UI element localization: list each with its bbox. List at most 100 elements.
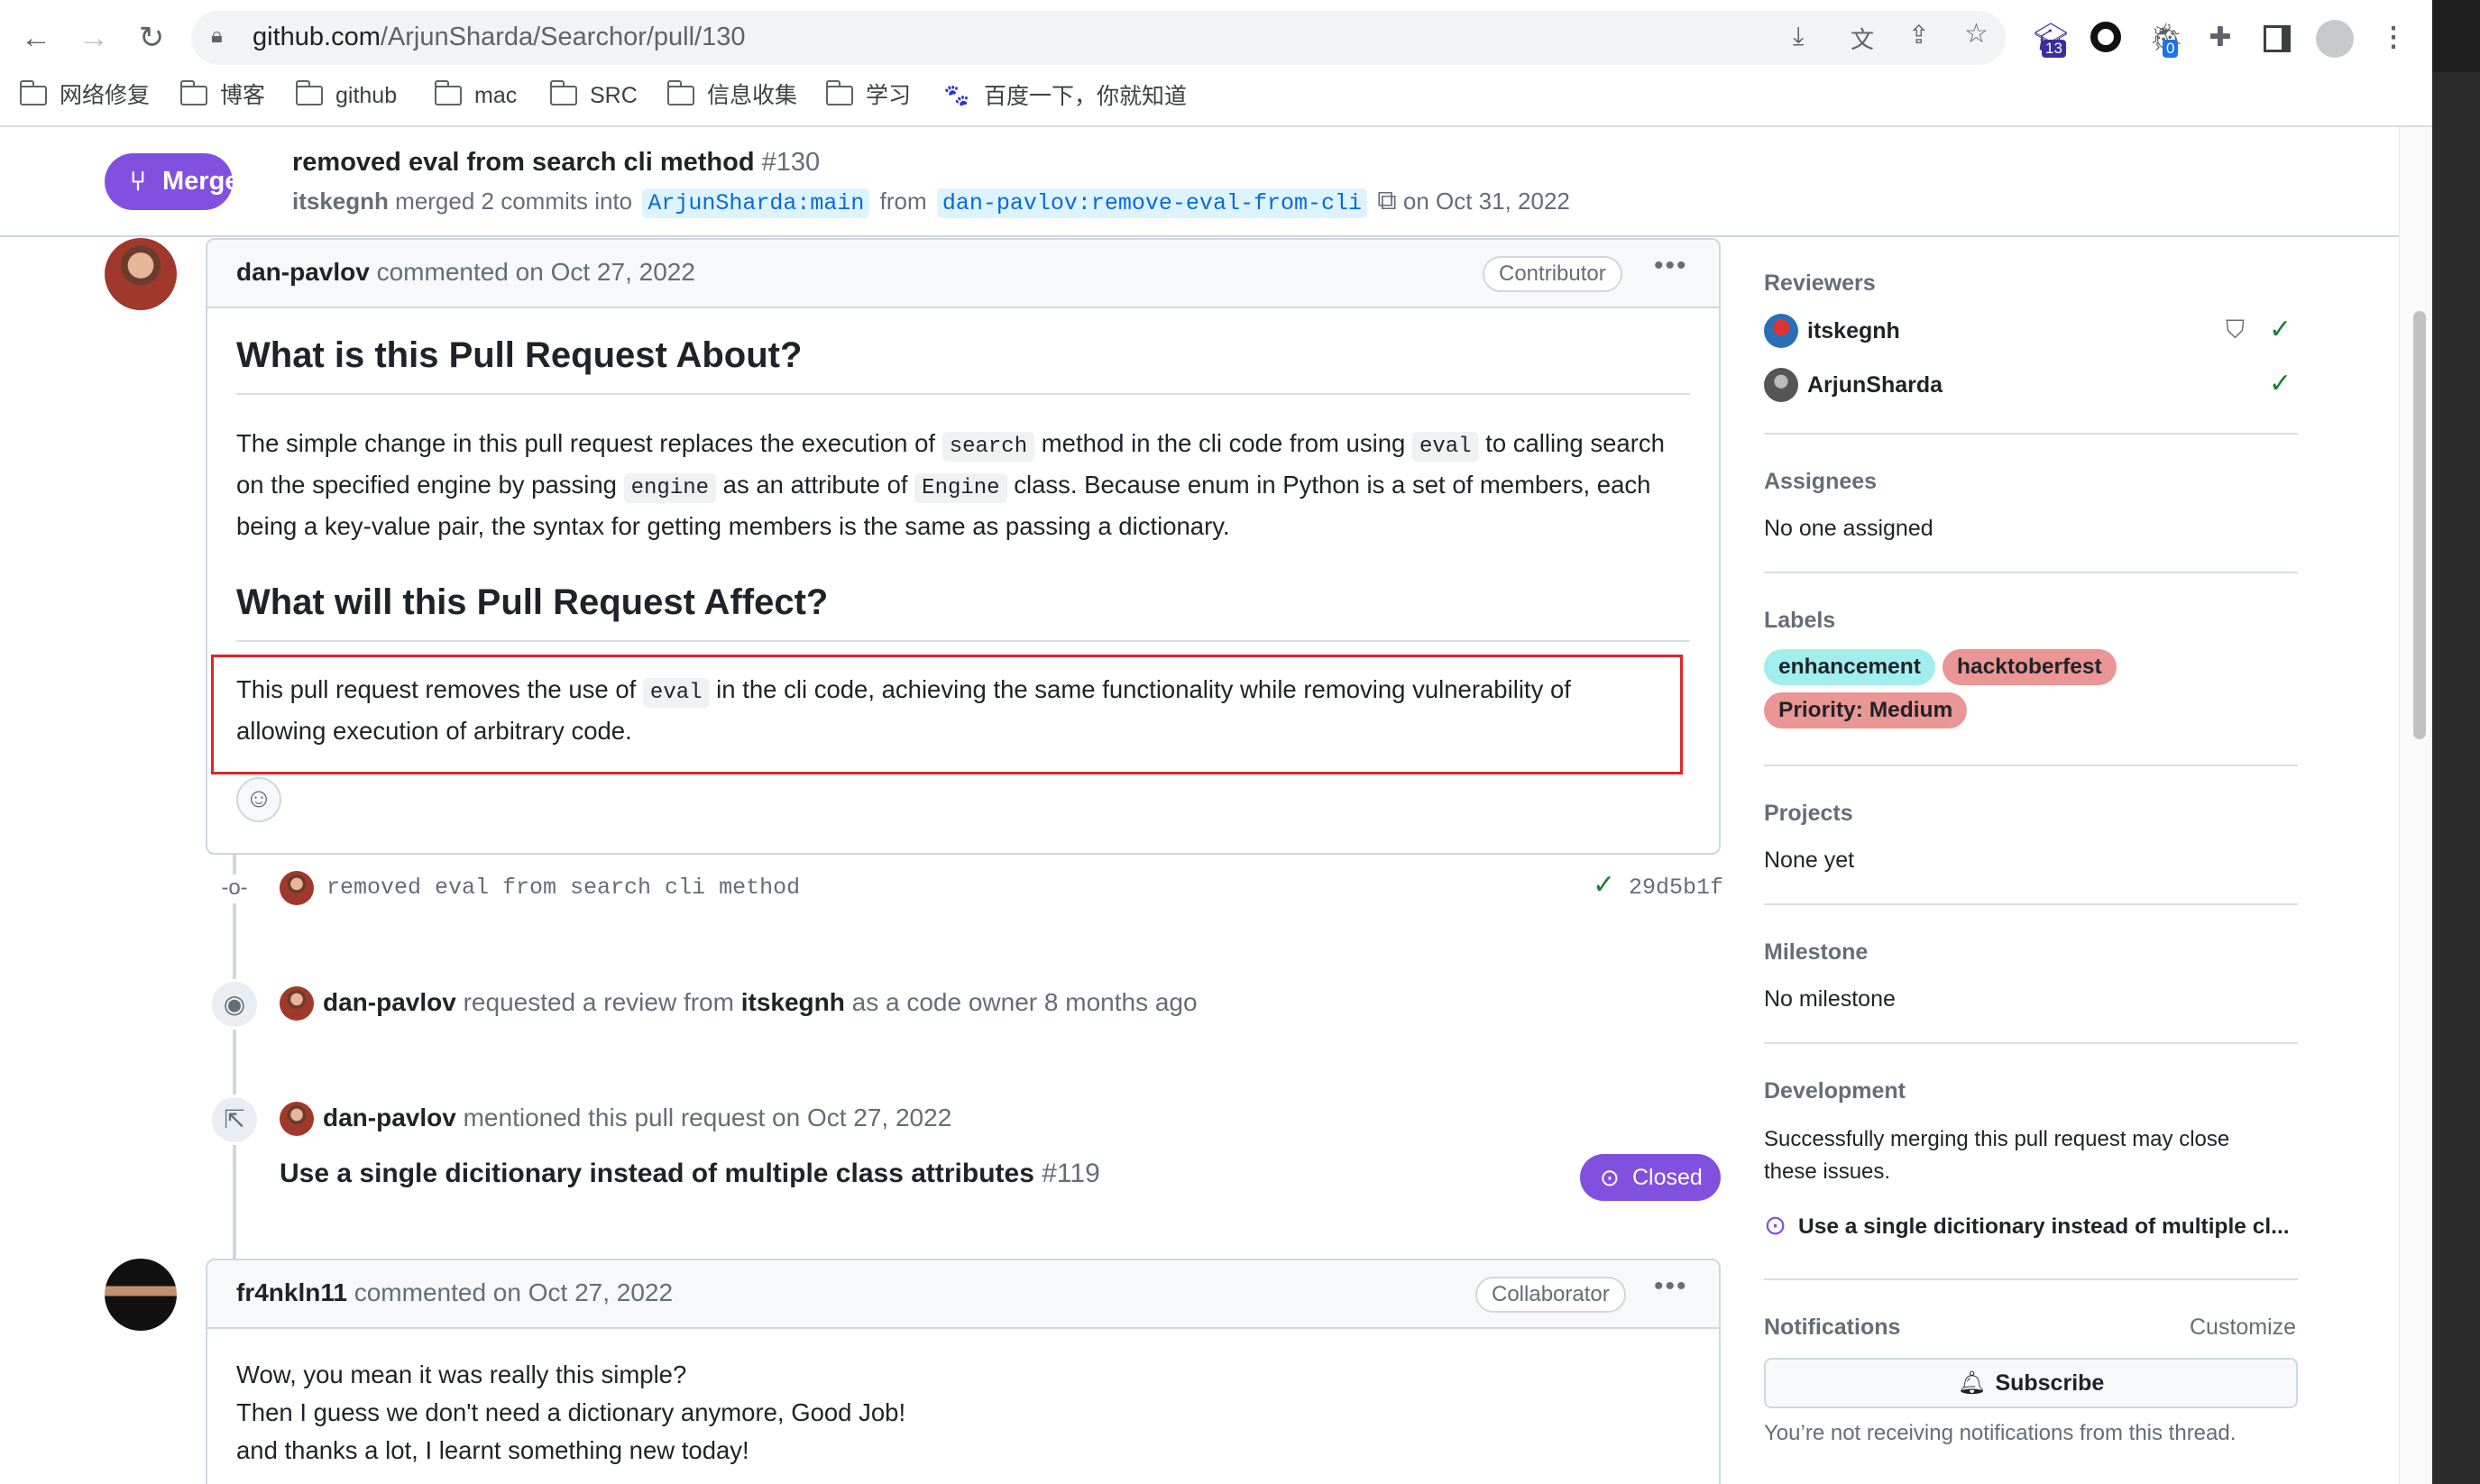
bookmark-item[interactable]: SRC [549, 79, 638, 112]
profile-avatar-icon[interactable] [2316, 20, 2354, 58]
bookmark-item[interactable]: 🐾︎ 百度一下，你就知道 [941, 79, 1187, 112]
translate-icon[interactable]: 文 [1851, 22, 1874, 55]
head-branch[interactable]: dan-pavlov:remove-eval-from-cli [936, 188, 1367, 218]
linked-issue-link[interactable]: Use a single dicitionary instead of mult… [1798, 1214, 2290, 1240]
shield-icon: ⛉ [2226, 316, 2246, 344]
avatar[interactable] [280, 986, 314, 1021]
more-options-icon[interactable]: ••• [1654, 251, 1688, 281]
comment-timestamp[interactable]: commented on Oct 27, 2022 [354, 1278, 673, 1306]
bookmark-item[interactable]: 网络修复 [19, 79, 150, 112]
review-request-event: dan-pavlov requested a review from itske… [323, 988, 1198, 1016]
assignees-value: No one assigned [1764, 516, 1933, 541]
notifications-heading: Notifications [1764, 1315, 1901, 1340]
reload-icon[interactable]: ↻ [133, 20, 170, 56]
comment-author[interactable]: fr4nkln11 [236, 1278, 347, 1306]
copy-icon[interactable]: ⧉ [1377, 186, 1396, 215]
merger-link[interactable]: itskegnh [292, 188, 389, 215]
closed-issue-icon: ⊙ [1764, 1211, 1787, 1241]
sidebar-divider [1764, 1042, 2298, 1044]
base-branch[interactable]: ArjunSharda:main [642, 188, 870, 218]
reviewers-heading[interactable]: Reviewers [1764, 270, 1876, 297]
comment-timestamp[interactable]: commented on Oct 27, 2022 [377, 258, 695, 286]
label-enhancement[interactable]: enhancement [1764, 649, 1935, 685]
reviewer-name[interactable]: itskegnh [1807, 318, 1900, 344]
development-heading[interactable]: Development [1764, 1078, 1906, 1104]
side-panel-icon[interactable] [2264, 25, 2291, 52]
folder-icon [434, 80, 462, 105]
avatar[interactable] [1764, 314, 1798, 348]
assignees-heading[interactable]: Assignees [1764, 469, 1877, 495]
comment-header: dan-pavlov commented on Oct 27, 2022 Con… [207, 240, 1719, 308]
check-icon: ✓ [2269, 315, 2292, 344]
check-icon[interactable]: ✓ [1593, 869, 1615, 901]
bell-icon: 🔔︎ [1957, 1370, 1987, 1396]
share-icon[interactable]: ⇪ [1908, 20, 1929, 50]
notifications-note: You’re not receiving notifications from … [1764, 1421, 2237, 1445]
bookmark-item[interactable]: 信息收集 [666, 79, 797, 112]
bookmark-item[interactable]: mac [434, 79, 517, 112]
avatar[interactable] [280, 1102, 314, 1136]
bookmark-item[interactable]: 学习 [825, 79, 911, 112]
pr-merge-summary: itskegnh merged 2 commits into ArjunShar… [292, 186, 1570, 218]
url-text: github.com/ArjunSharda/Searchor/pull/130 [253, 23, 746, 51]
add-reaction-icon[interactable]: ☺ [236, 777, 281, 822]
merge-icon: ⑂ [130, 167, 146, 197]
avatar[interactable] [280, 871, 314, 905]
projects-value: None yet [1764, 847, 1855, 873]
merged-status-badge: ⑂ Merged [105, 153, 255, 210]
markdown-heading: What will this Pull Request Affect? [236, 582, 829, 622]
bookmark-star-icon[interactable]: ☆ [1964, 18, 1989, 50]
baidu-paw-icon: 🐾︎ [941, 82, 972, 109]
actor-link[interactable]: dan-pavlov [323, 988, 456, 1016]
labels-heading[interactable]: Labels [1764, 608, 1835, 634]
actor-link[interactable]: dan-pavlov [323, 1104, 456, 1131]
back-arrow-icon[interactable]: ← [18, 20, 54, 56]
commit-message[interactable]: removed eval from search cli method [326, 875, 800, 901]
avatar[interactable] [1764, 368, 1798, 402]
label-hacktoberfest[interactable]: hacktoberfest [1943, 649, 2117, 685]
extension-badge: 13 [2042, 40, 2066, 58]
customize-link[interactable]: Customize [2190, 1315, 2296, 1341]
more-options-icon[interactable]: ••• [1654, 1271, 1688, 1302]
extension-ring-icon[interactable] [2090, 22, 2121, 52]
cross-reference-icon: ⇱ [209, 1095, 260, 1145]
role-badge: Contributor [1483, 256, 1622, 292]
chrome-menu-icon[interactable]: ⋮ [2375, 20, 2411, 56]
install-icon[interactable]: ⤓ [1793, 22, 1804, 51]
sidebar-divider [1764, 903, 2298, 905]
reviewer-name[interactable]: ArjunSharda [1807, 372, 1943, 398]
forward-arrow-icon[interactable]: → [76, 20, 112, 56]
pr-sticky-header [0, 129, 2399, 237]
sidebar-divider [1764, 765, 2298, 766]
address-bar[interactable]: 🔒︎ github.com/ArjunSharda/Searchor/pull/… [191, 11, 2006, 65]
eye-icon: ◉ [209, 979, 260, 1030]
folder-icon [825, 80, 853, 105]
avatar[interactable] [105, 238, 177, 310]
sidebar-divider [1764, 572, 2298, 573]
milestone-value: No milestone [1764, 986, 1896, 1012]
comment-line: Then I guess we don't need a dictionary … [236, 1398, 906, 1426]
avatar[interactable] [105, 1259, 177, 1331]
extension-badge-2: 0 [2163, 40, 2179, 58]
development-note: Successfully merging this pull request m… [1764, 1127, 2230, 1184]
comment-header: fr4nkln11 commented on Oct 27, 2022 Coll… [207, 1260, 1719, 1329]
subscribe-button[interactable]: 🔔︎ Subscribe [1764, 1358, 2298, 1408]
folder-icon [666, 80, 694, 105]
window-edge [2432, 0, 2480, 1484]
projects-heading[interactable]: Projects [1764, 801, 1853, 827]
bookmark-item[interactable]: 博客 [179, 79, 265, 112]
reviewer-link[interactable]: itskegnh [741, 988, 845, 1016]
sidebar-divider [1764, 1278, 2298, 1280]
scrollbar-thumb[interactable] [2413, 311, 2426, 739]
check-circle-icon: ⊙ [1600, 1164, 1620, 1191]
mention-event: dan-pavlov mentioned this pull request o… [323, 1104, 952, 1131]
comment-author[interactable]: dan-pavlov [236, 258, 370, 286]
extensions-puzzle-icon[interactable]: ✚ [2202, 20, 2238, 56]
pr-title: removed eval from search cli method #130 [292, 148, 821, 177]
closed-status-badge: ⊙ Closed [1580, 1154, 1721, 1201]
commit-sha[interactable]: 29d5b1f [1629, 875, 1723, 901]
referenced-issue-link[interactable]: Use a single dicitionary instead of mult… [280, 1159, 1100, 1189]
label-priority-medium[interactable]: Priority: Medium [1764, 692, 1968, 728]
milestone-heading[interactable]: Milestone [1764, 939, 1868, 966]
bookmark-item[interactable]: github [295, 79, 397, 112]
